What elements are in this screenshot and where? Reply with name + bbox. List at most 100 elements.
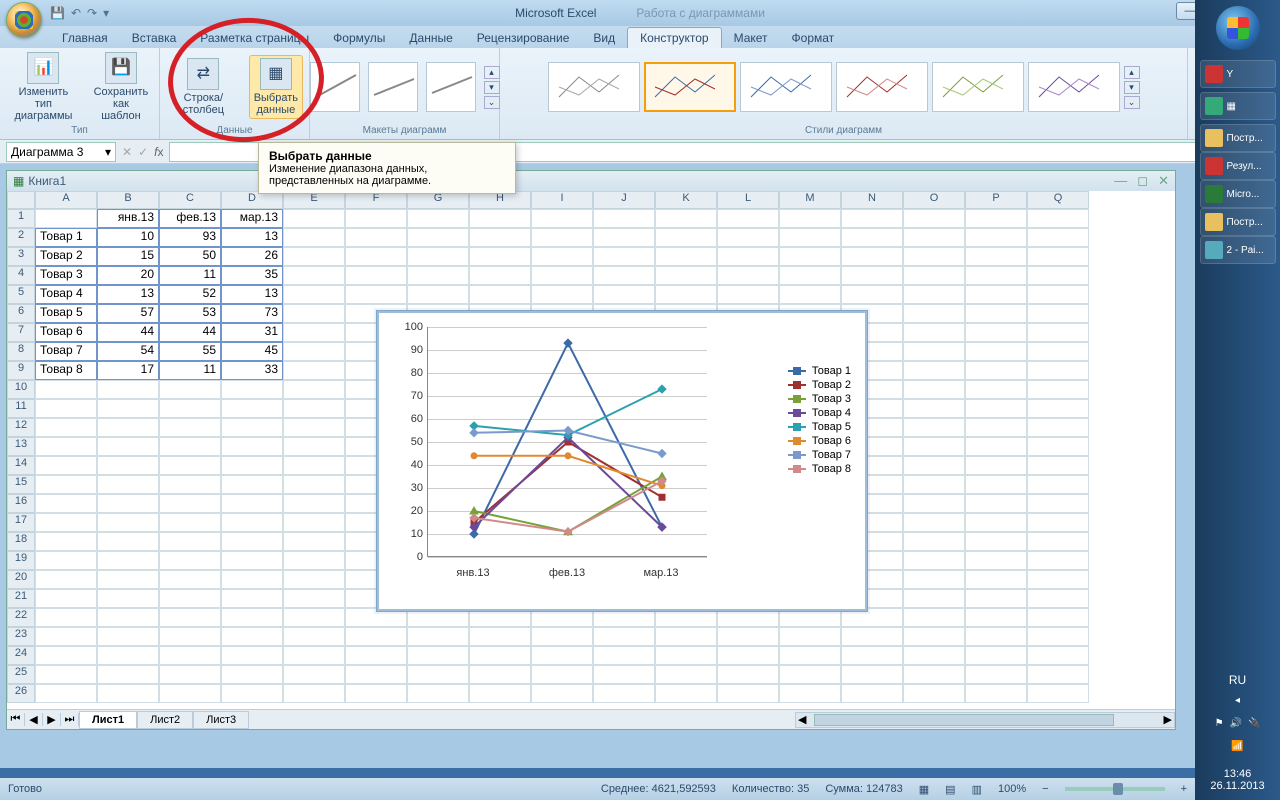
cell[interactable]: Товар 8 bbox=[35, 361, 97, 380]
cell[interactable]: 17 bbox=[97, 361, 159, 380]
cell[interactable] bbox=[35, 456, 97, 475]
cell[interactable] bbox=[841, 627, 903, 646]
cell[interactable] bbox=[35, 399, 97, 418]
row-header[interactable]: 8 bbox=[7, 342, 35, 361]
cell[interactable] bbox=[283, 627, 345, 646]
tab-formulas[interactable]: Формулы bbox=[321, 28, 397, 48]
cell[interactable]: Товар 1 bbox=[35, 228, 97, 247]
cell[interactable] bbox=[1027, 475, 1089, 494]
cell[interactable] bbox=[97, 437, 159, 456]
tray-flag-icon[interactable]: ⚑ bbox=[1215, 718, 1224, 729]
cell[interactable] bbox=[407, 266, 469, 285]
cell[interactable] bbox=[469, 646, 531, 665]
language-indicator[interactable]: RU bbox=[1229, 673, 1246, 687]
cell[interactable] bbox=[965, 665, 1027, 684]
cell[interactable] bbox=[283, 247, 345, 266]
legend-item[interactable]: Товар 3 bbox=[788, 393, 851, 405]
cell[interactable]: 15 bbox=[97, 247, 159, 266]
cell[interactable] bbox=[407, 209, 469, 228]
workbook-minimize-icon[interactable]: — bbox=[1114, 173, 1127, 189]
workbook-close-icon[interactable]: ✕ bbox=[1158, 173, 1169, 189]
cell[interactable] bbox=[35, 570, 97, 589]
cell[interactable] bbox=[283, 361, 345, 380]
cell[interactable] bbox=[717, 247, 779, 266]
cell[interactable] bbox=[97, 551, 159, 570]
column-header[interactable]: M bbox=[779, 191, 841, 209]
save-as-template-button[interactable]: 💾 Сохранить как шаблон bbox=[89, 50, 153, 124]
cell[interactable] bbox=[97, 532, 159, 551]
cell[interactable] bbox=[841, 209, 903, 228]
cell[interactable] bbox=[903, 665, 965, 684]
sheet-nav-next-icon[interactable]: ▶ bbox=[43, 713, 61, 726]
tab-view[interactable]: Вид bbox=[581, 28, 627, 48]
cell[interactable] bbox=[779, 285, 841, 304]
sheet-nav-last-icon[interactable]: ⏭ bbox=[61, 713, 79, 726]
cell[interactable] bbox=[965, 228, 1027, 247]
cell[interactable] bbox=[717, 684, 779, 703]
zoom-level[interactable]: 100% bbox=[998, 783, 1026, 795]
cell[interactable] bbox=[903, 285, 965, 304]
legend-item[interactable]: Товар 7 bbox=[788, 449, 851, 461]
cell[interactable] bbox=[407, 684, 469, 703]
cell[interactable]: 33 bbox=[221, 361, 283, 380]
cell[interactable] bbox=[221, 418, 283, 437]
cell[interactable] bbox=[283, 209, 345, 228]
cell[interactable] bbox=[35, 589, 97, 608]
cell[interactable] bbox=[283, 532, 345, 551]
cell[interactable] bbox=[717, 665, 779, 684]
row-header[interactable]: 10 bbox=[7, 380, 35, 399]
cell[interactable] bbox=[841, 228, 903, 247]
select-data-button[interactable]: ▦ Выбрать данные bbox=[249, 55, 303, 119]
sheet-nav-prev-icon[interactable]: ◀ bbox=[25, 713, 43, 726]
row-header[interactable]: 26 bbox=[7, 684, 35, 703]
cell[interactable] bbox=[965, 570, 1027, 589]
legend-item[interactable]: Товар 1 bbox=[788, 365, 851, 377]
cell[interactable] bbox=[655, 266, 717, 285]
cell[interactable] bbox=[965, 399, 1027, 418]
cell[interactable] bbox=[1027, 437, 1089, 456]
save-icon[interactable]: 💾 bbox=[50, 6, 65, 20]
row-header[interactable]: 6 bbox=[7, 304, 35, 323]
cell[interactable] bbox=[283, 342, 345, 361]
cell[interactable] bbox=[903, 437, 965, 456]
cell[interactable] bbox=[1027, 342, 1089, 361]
cell[interactable]: Товар 7 bbox=[35, 342, 97, 361]
cell[interactable] bbox=[35, 532, 97, 551]
cell[interactable]: Товар 2 bbox=[35, 247, 97, 266]
view-page-layout-icon[interactable]: ▤ bbox=[945, 783, 955, 796]
cell[interactable]: 20 bbox=[97, 266, 159, 285]
cell[interactable] bbox=[97, 456, 159, 475]
cell[interactable] bbox=[779, 665, 841, 684]
chart-layout-1[interactable] bbox=[310, 62, 360, 112]
cell[interactable] bbox=[1027, 228, 1089, 247]
cell[interactable] bbox=[655, 285, 717, 304]
cell[interactable] bbox=[283, 285, 345, 304]
cell[interactable] bbox=[407, 646, 469, 665]
cell[interactable] bbox=[531, 665, 593, 684]
cell[interactable] bbox=[97, 665, 159, 684]
cell[interactable] bbox=[965, 608, 1027, 627]
cell[interactable] bbox=[469, 627, 531, 646]
cell[interactable] bbox=[965, 494, 1027, 513]
cell[interactable] bbox=[1027, 532, 1089, 551]
cell[interactable] bbox=[965, 627, 1027, 646]
cell[interactable]: 44 bbox=[159, 323, 221, 342]
cell[interactable]: 13 bbox=[221, 285, 283, 304]
cell[interactable] bbox=[903, 209, 965, 228]
sheet-tab-1[interactable]: Лист1 bbox=[79, 711, 137, 729]
row-header[interactable]: 7 bbox=[7, 323, 35, 342]
column-header[interactable]: I bbox=[531, 191, 593, 209]
cell[interactable] bbox=[593, 247, 655, 266]
cell[interactable] bbox=[283, 380, 345, 399]
cell[interactable] bbox=[469, 266, 531, 285]
cell[interactable] bbox=[283, 589, 345, 608]
chart-style-5[interactable] bbox=[932, 62, 1024, 112]
cell[interactable] bbox=[965, 532, 1027, 551]
cell[interactable] bbox=[779, 247, 841, 266]
cell[interactable] bbox=[903, 570, 965, 589]
cell[interactable] bbox=[469, 247, 531, 266]
cell[interactable] bbox=[97, 589, 159, 608]
cell[interactable] bbox=[593, 627, 655, 646]
cell[interactable]: 31 bbox=[221, 323, 283, 342]
cell[interactable] bbox=[593, 646, 655, 665]
